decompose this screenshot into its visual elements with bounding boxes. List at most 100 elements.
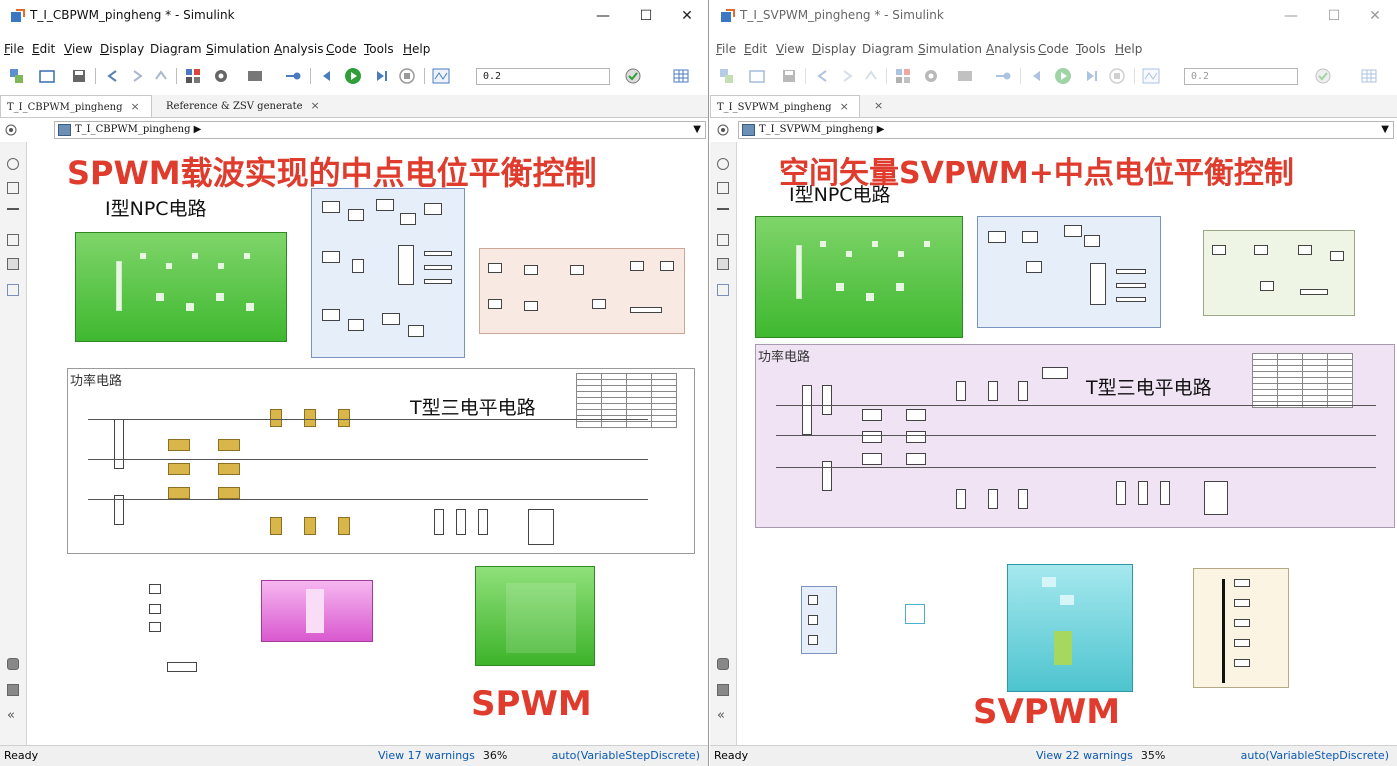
reference-zsv-subsystem[interactable] [261, 580, 373, 642]
minimize-button[interactable]: — [1274, 4, 1308, 28]
power-circuit-area[interactable]: 功率电路 T型三电平电路 [755, 344, 1395, 528]
stop-icon[interactable] [398, 67, 416, 85]
data-process-panel[interactable] [1203, 230, 1355, 316]
gear-icon[interactable] [922, 67, 940, 85]
new-icon[interactable] [38, 67, 56, 85]
collapse-icon[interactable]: « [717, 708, 725, 723]
fit-view-icon[interactable] [717, 182, 729, 194]
stop-time-input[interactable]: 0.2 [1184, 68, 1298, 85]
tab-blank[interactable]: × [860, 95, 900, 117]
close-tab-icon[interactable]: × [840, 100, 849, 113]
warnings-link[interactable]: View 17 warnings 36% [378, 746, 507, 765]
minimize-button[interactable]: — [586, 4, 620, 28]
table-icon[interactable] [1360, 67, 1378, 85]
new-icon[interactable] [748, 67, 766, 85]
scope-icon[interactable] [1142, 67, 1160, 85]
close-tab-icon[interactable]: × [131, 100, 140, 113]
scope-icon[interactable] [432, 67, 450, 85]
chevron-down-icon[interactable]: ▼ [693, 122, 701, 138]
menu-edit[interactable]: Edit [32, 42, 55, 56]
forward-icon[interactable] [838, 67, 856, 85]
npc-subsystem[interactable] [755, 216, 963, 338]
step-back-icon[interactable] [318, 67, 336, 85]
back-icon[interactable] [104, 67, 122, 85]
close-tab-icon[interactable]: × [311, 99, 320, 112]
collapse-icon[interactable]: « [7, 708, 15, 723]
menu-tools[interactable]: Tools [364, 42, 394, 56]
back-icon[interactable] [814, 67, 832, 85]
annotation-icon[interactable] [7, 234, 19, 246]
display-icon[interactable] [246, 67, 264, 85]
fit-view-icon[interactable] [7, 182, 19, 194]
menu-tools[interactable]: Tools [1076, 42, 1106, 56]
menu-view[interactable]: View [776, 42, 804, 56]
run-icon[interactable] [344, 67, 362, 85]
maximize-button[interactable]: ☐ [629, 4, 663, 28]
explorer-icon[interactable] [7, 684, 19, 696]
library-icon[interactable] [8, 67, 26, 85]
check-icon[interactable] [1314, 67, 1332, 85]
step-back-icon[interactable] [1028, 67, 1046, 85]
signal-icon[interactable] [284, 67, 302, 85]
hide-explorer-icon[interactable] [5, 124, 17, 136]
menu-help[interactable]: Help [403, 42, 430, 56]
maximize-button[interactable]: ☐ [1317, 4, 1351, 28]
camera-icon[interactable] [7, 658, 19, 670]
breadcrumb[interactable]: T_I_SVPWM_pingheng ▶ ▼ [738, 121, 1394, 139]
menu-help[interactable]: Help [1115, 42, 1142, 56]
grid-icon[interactable] [894, 67, 912, 85]
menu-diagram[interactable]: Diagram [862, 42, 914, 56]
tab-t-i-svpwm[interactable]: T_I_SVPWM_pingheng × [710, 95, 860, 117]
menu-simulation[interactable]: Simulation [918, 42, 982, 56]
image-icon[interactable] [717, 258, 729, 270]
save-icon[interactable] [70, 67, 88, 85]
menu-code[interactable]: Code [1038, 42, 1069, 56]
menu-analysis[interactable]: Analysis [986, 42, 1035, 56]
solver-link[interactable]: auto(VariableStepDiscrete) [1241, 746, 1389, 765]
zoom-in-icon[interactable] [7, 158, 19, 170]
save-icon[interactable] [780, 67, 798, 85]
stop-icon[interactable] [1108, 67, 1126, 85]
up-icon[interactable] [862, 67, 880, 85]
grid-icon[interactable] [184, 67, 202, 85]
breadcrumb[interactable]: T_I_CBPWM_pingheng ▶ ▼ [54, 121, 706, 139]
source-panel[interactable] [801, 586, 837, 654]
box-icon[interactable] [7, 284, 19, 296]
step-forward-icon[interactable] [372, 67, 390, 85]
power-circuit-area[interactable]: 功率电路 T型三电平电路 [67, 368, 695, 554]
step-forward-icon[interactable] [1082, 67, 1100, 85]
stop-time-input[interactable]: 0.2 [476, 68, 610, 85]
warnings-link[interactable]: View 22 warnings 35% [1036, 746, 1165, 765]
arrow-right-icon[interactable] [7, 208, 19, 214]
menu-edit[interactable]: Edit [744, 42, 767, 56]
chevron-down-icon[interactable]: ▼ [1381, 122, 1389, 138]
zoom-in-icon[interactable] [717, 158, 729, 170]
hide-explorer-icon[interactable] [717, 124, 729, 136]
table-icon[interactable] [672, 67, 690, 85]
library-icon[interactable] [718, 67, 736, 85]
arrow-right-icon[interactable] [717, 208, 729, 214]
box-icon[interactable] [717, 284, 729, 296]
image-icon[interactable] [7, 258, 19, 270]
menu-code[interactable]: Code [326, 42, 357, 56]
svpwm-subsystem[interactable] [1007, 564, 1133, 692]
signal-icon[interactable] [994, 67, 1012, 85]
menu-simulation[interactable]: Simulation [206, 42, 270, 56]
npc-subsystem[interactable] [75, 232, 287, 342]
tab-t-i-cbpwm[interactable]: T_I_CBPWM_pingheng × [0, 95, 152, 117]
forward-icon[interactable] [128, 67, 146, 85]
menu-view[interactable]: View [64, 42, 92, 56]
menu-display[interactable]: Display [812, 42, 856, 56]
menu-analysis[interactable]: Analysis [274, 42, 323, 56]
close-button[interactable]: ✕ [670, 4, 704, 28]
camera-icon[interactable] [717, 658, 729, 670]
menu-diagram[interactable]: Diagram [150, 42, 202, 56]
annotation-icon[interactable] [717, 234, 729, 246]
close-button[interactable]: ✕ [1358, 4, 1392, 28]
controller-panel[interactable] [311, 188, 465, 358]
menu-file[interactable]: File [4, 42, 24, 56]
close-tab-icon[interactable]: × [874, 99, 883, 112]
data-process-panel[interactable] [479, 248, 685, 334]
tab-reference-zsv[interactable]: Reference & ZSV generate × [160, 95, 334, 117]
up-icon[interactable] [152, 67, 170, 85]
